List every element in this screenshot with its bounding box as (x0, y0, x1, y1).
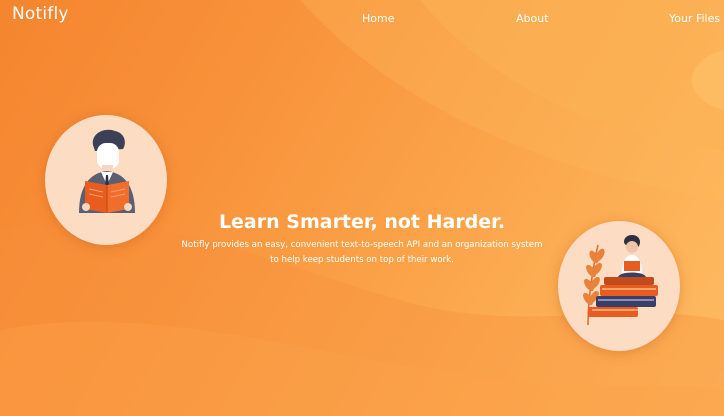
nav-link-about[interactable]: About (516, 12, 549, 25)
hero-title: Learn Smarter, not Harder. (218, 211, 506, 233)
hero-description: Notifly provides an easy, convenient tex… (150, 238, 574, 268)
hero-section: Learn Smarter, not Harder. Notifly provi… (150, 208, 574, 268)
woman-reading-on-book-stack-illustration (558, 221, 680, 351)
hero-description-line-2: to help keep students on top of their wo… (270, 255, 454, 265)
hero-description-line-1: Notifly provides an easy, convenient tex… (181, 240, 543, 250)
nav-link-home[interactable]: Home (362, 12, 394, 25)
navbar: Notifly Home About Your Files (0, 0, 724, 36)
man-reading-book-illustration (45, 115, 167, 245)
nav-link-your-files[interactable]: Your Files (669, 12, 720, 25)
brand-logo[interactable]: Notifly (12, 4, 69, 24)
